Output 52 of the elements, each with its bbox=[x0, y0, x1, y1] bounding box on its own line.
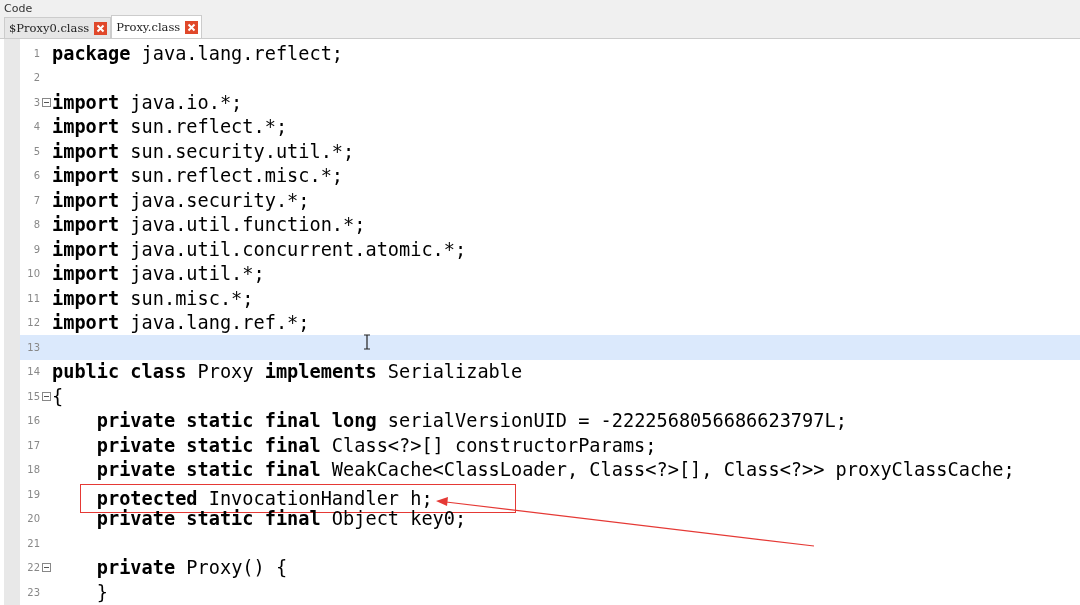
collapse-icon[interactable] bbox=[41, 97, 51, 107]
code-line: import java.util.concurrent.atomic.*; bbox=[52, 238, 467, 260]
code-line: private static final WeakCache<ClassLoader, Class<?>[], Class<?>> proxyClassCache; bbox=[96, 459, 1015, 481]
code-line: import sun.misc.*; bbox=[52, 287, 254, 309]
collapse-icon[interactable] bbox=[41, 391, 51, 401]
code-line: import sun.reflect.*; bbox=[52, 116, 288, 138]
line-number: 22 bbox=[26, 562, 40, 574]
line-number: 1 bbox=[32, 47, 40, 59]
line-number: 9 bbox=[32, 243, 40, 255]
line-number: 13 bbox=[26, 341, 40, 353]
collapse-icon[interactable] bbox=[41, 563, 51, 573]
panel-title: Code bbox=[4, 1, 33, 15]
line-number: 23 bbox=[26, 586, 40, 598]
line-number: 5 bbox=[32, 145, 40, 157]
line-number: 2 bbox=[32, 72, 40, 84]
code-line: import sun.security.util.*; bbox=[52, 140, 355, 162]
line-number: 15 bbox=[26, 390, 40, 402]
code-line: import java.lang.ref.*; bbox=[52, 312, 310, 334]
code-line: import java.util.function.*; bbox=[52, 214, 366, 236]
line-number: 19 bbox=[26, 488, 40, 500]
line-number: 16 bbox=[26, 415, 40, 427]
line-number: 8 bbox=[32, 219, 40, 231]
code-line: import java.util.*; bbox=[52, 263, 265, 285]
code-line: package java.lang.reflect; bbox=[52, 42, 344, 64]
line-number: 4 bbox=[32, 121, 40, 133]
line-number: 20 bbox=[26, 513, 40, 525]
code-line: import java.io.*; bbox=[52, 91, 243, 113]
line-number: 10 bbox=[26, 268, 40, 280]
line-number: 14 bbox=[26, 366, 40, 378]
code-line: private Proxy() { bbox=[96, 557, 288, 579]
file-tab[interactable]: Proxy.class bbox=[111, 15, 203, 38]
file-tab[interactable]: $Proxy0.class bbox=[4, 17, 112, 38]
line-number: 11 bbox=[26, 292, 40, 304]
code-line: { bbox=[52, 385, 64, 407]
line-number: 18 bbox=[26, 464, 40, 476]
line-number: 7 bbox=[32, 194, 40, 206]
line-number: 6 bbox=[32, 170, 40, 182]
line-number: 12 bbox=[26, 317, 40, 329]
line-number: 21 bbox=[26, 537, 40, 549]
code-line: import sun.reflect.misc.*; bbox=[52, 165, 344, 187]
text-cursor-icon bbox=[363, 334, 371, 350]
code-line: private static final Class<?>[] constructorParams; bbox=[96, 434, 657, 456]
code-line: protected InvocationHandler h; bbox=[96, 488, 433, 509]
close-icon[interactable] bbox=[94, 21, 108, 35]
line-number: 3 bbox=[32, 96, 40, 108]
code-line: private static final Object key0; bbox=[96, 508, 467, 530]
line-number: 17 bbox=[26, 439, 40, 451]
close-icon[interactable] bbox=[185, 20, 199, 34]
code-line: } bbox=[96, 581, 108, 603]
code-line: private static final long serialVersionUID = -2222568056686623797L; bbox=[96, 410, 847, 432]
code-line: public class Proxy implements Serializable bbox=[52, 361, 523, 383]
code-line: import java.security.*; bbox=[52, 189, 310, 211]
